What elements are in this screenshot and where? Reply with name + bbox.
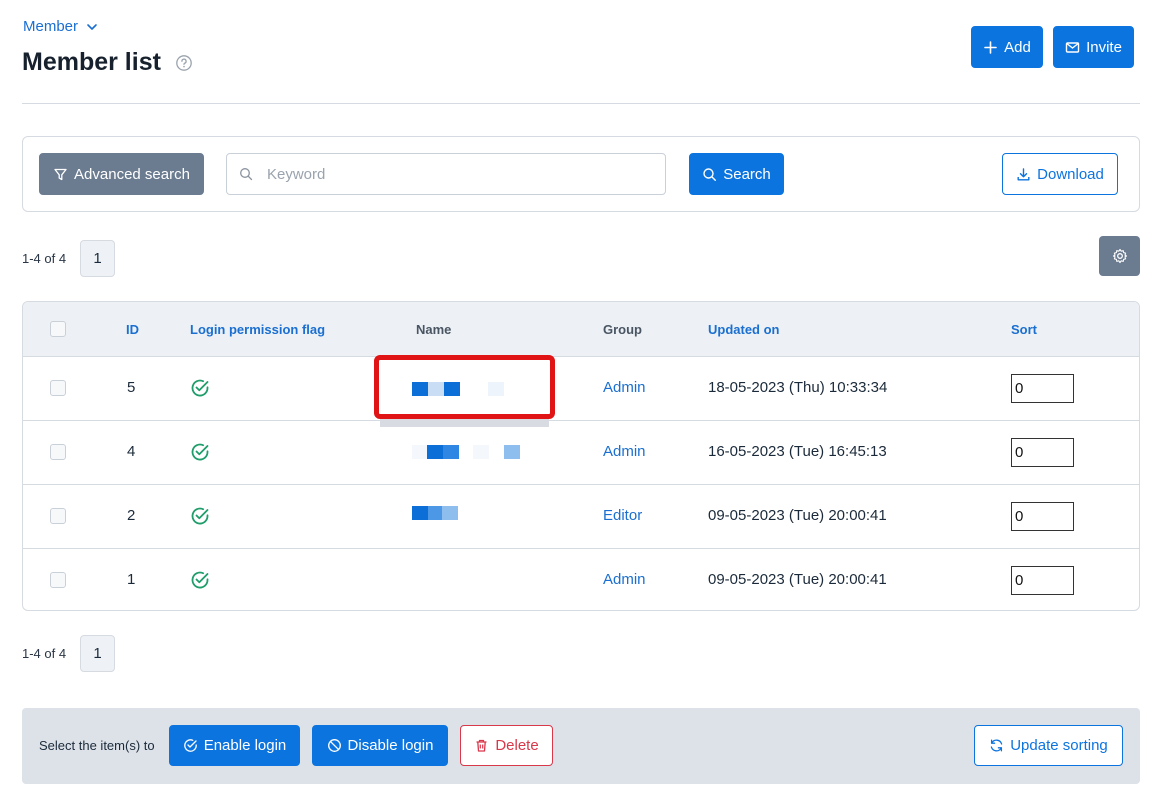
- table-header: ID Login permission flag Name Group Upda…: [23, 302, 1139, 357]
- delete-button[interactable]: Delete: [460, 725, 553, 766]
- keyword-field[interactable]: [226, 153, 666, 195]
- check-circle-icon: [191, 571, 209, 589]
- search-icon: [240, 168, 253, 181]
- bulk-action-bar: Select the item(s) to Enable login Disab…: [22, 708, 1140, 784]
- pagination-range: 1-4 of 4: [22, 646, 67, 661]
- column-header-id[interactable]: ID: [126, 322, 139, 337]
- add-button-label: Add: [1004, 38, 1031, 56]
- row-sort-input[interactable]: [1011, 438, 1074, 467]
- name-redacted: [381, 485, 549, 548]
- column-header-login-flag[interactable]: Login permission flag: [190, 322, 325, 337]
- redaction-strip: [380, 419, 549, 427]
- disable-login-label: Disable login: [347, 737, 434, 754]
- trash-icon: [476, 739, 487, 752]
- search-button[interactable]: Search: [689, 153, 784, 195]
- table-row: 4 Admin 16-05-2023 (Tue) 16:45:13: [23, 421, 1139, 485]
- row-updated-on: 16-05-2023 (Tue) 16:45:13: [708, 443, 887, 460]
- name-redacted: [381, 549, 549, 610]
- check-circle-icon: [183, 739, 197, 752]
- column-header-updated-on[interactable]: Updated on: [708, 322, 780, 337]
- update-sorting-button[interactable]: Update sorting: [974, 725, 1123, 766]
- row-group-link[interactable]: Editor: [603, 507, 642, 524]
- invite-button[interactable]: Invite: [1053, 26, 1134, 68]
- search-icon: [703, 167, 717, 181]
- row-updated-on: 18-05-2023 (Thu) 10:33:34: [708, 379, 888, 396]
- delete-label: Delete: [495, 737, 539, 754]
- row-sort-input[interactable]: [1011, 374, 1074, 403]
- column-header-name: Name: [416, 322, 452, 337]
- row-checkbox[interactable]: [50, 508, 66, 524]
- row-group-link[interactable]: Admin: [603, 443, 646, 460]
- pagination-top: 1-4 of 4 1: [22, 240, 116, 277]
- disable-login-button[interactable]: Disable login: [312, 725, 448, 766]
- bulk-action-label: Select the item(s) to: [39, 738, 155, 753]
- row-checkbox[interactable]: [50, 572, 66, 588]
- download-button[interactable]: Download: [1002, 153, 1118, 195]
- enable-login-button[interactable]: Enable login: [169, 725, 300, 766]
- row-checkbox[interactable]: [50, 444, 66, 460]
- member-table: ID Login permission flag Name Group Upda…: [22, 301, 1140, 611]
- name-redacted: [381, 421, 549, 484]
- invite-button-label: Invite: [1086, 38, 1122, 56]
- page-title: Member list: [22, 48, 193, 77]
- download-button-label: Download: [1037, 165, 1104, 183]
- column-header-group: Group: [603, 322, 642, 337]
- row-updated-on: 09-05-2023 (Tue) 20:00:41: [708, 507, 887, 524]
- row-id: 5: [127, 379, 136, 396]
- enable-login-label: Enable login: [203, 737, 287, 754]
- check-circle-icon: [191, 507, 209, 525]
- pagination-bottom: 1-4 of 4 1: [22, 635, 116, 672]
- ban-icon: [327, 739, 341, 752]
- download-icon: [1017, 167, 1030, 180]
- pagination-range: 1-4 of 4: [22, 251, 67, 266]
- breadcrumb-label: Member: [23, 18, 79, 35]
- page-title-text: Member list: [22, 48, 161, 76]
- help-circle-icon[interactable]: [175, 54, 193, 72]
- check-circle-icon: [191, 379, 209, 397]
- table-row: 2 Editor 09-05-2023 (Tue) 20:00:41: [23, 485, 1139, 549]
- keyword-input[interactable]: [267, 165, 647, 183]
- add-button[interactable]: Add: [971, 26, 1043, 68]
- row-checkbox[interactable]: [50, 380, 66, 396]
- advanced-search-label: Advanced search: [74, 165, 190, 183]
- mail-icon: [1065, 41, 1080, 53]
- gear-icon: [1112, 248, 1127, 264]
- row-updated-on: 09-05-2023 (Tue) 20:00:41: [708, 571, 887, 588]
- advanced-search-button[interactable]: Advanced search: [39, 153, 204, 195]
- refresh-icon: [990, 739, 1003, 752]
- search-button-label: Search: [723, 165, 771, 183]
- row-sort-input[interactable]: [1011, 502, 1074, 531]
- row-id: 2: [127, 507, 136, 524]
- name-redacted: [381, 357, 549, 420]
- breadcrumb[interactable]: Member: [23, 18, 98, 35]
- page-button-1[interactable]: 1: [80, 240, 116, 277]
- select-all-checkbox[interactable]: [50, 321, 66, 337]
- table-row: 5 Admin 18-05-2023 (Thu) 10:33:34: [23, 357, 1139, 421]
- row-sort-input[interactable]: [1011, 566, 1074, 595]
- row-group-link[interactable]: Admin: [603, 571, 646, 588]
- table-settings-button[interactable]: [1099, 236, 1140, 276]
- check-circle-icon: [191, 443, 209, 461]
- header-divider: [22, 103, 1140, 104]
- page-button-1[interactable]: 1: [80, 635, 116, 672]
- column-header-sort[interactable]: Sort: [1011, 322, 1037, 337]
- plus-icon: [984, 40, 997, 54]
- chevron-down-icon: [87, 23, 97, 30]
- row-id: 4: [127, 443, 136, 460]
- row-group-link[interactable]: Admin: [603, 379, 646, 396]
- row-id: 1: [127, 571, 136, 588]
- update-sorting-label: Update sorting: [1010, 737, 1108, 754]
- search-panel: Advanced search Search Download: [22, 136, 1140, 212]
- table-row: 1 Admin 09-05-2023 (Tue) 20:00:41: [23, 549, 1139, 610]
- filter-icon: [54, 168, 67, 180]
